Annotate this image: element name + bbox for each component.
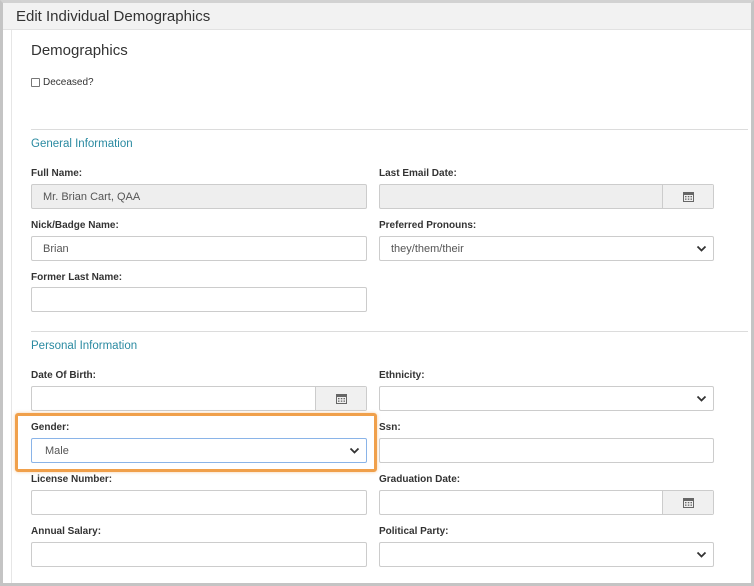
dialog-title: Edit Individual Demographics	[16, 8, 211, 25]
former-last-name-label: Former Last Name:	[31, 272, 123, 283]
preferred-pronouns-select[interactable]: they/them/their	[379, 236, 714, 261]
gender-value: Male	[45, 445, 69, 457]
nick-badge-name-input[interactable]: Brian	[31, 236, 367, 261]
personal-information-title: Personal Information	[31, 340, 138, 352]
nick-badge-name-value: Brian	[43, 243, 69, 255]
graduation-date-input[interactable]	[379, 490, 714, 515]
preferred-pronouns-label: Preferred Pronouns:	[379, 220, 477, 231]
ethnicity-label: Ethnicity:	[379, 370, 425, 381]
last-email-date-field[interactable]	[379, 184, 714, 209]
full-name-label: Full Name:	[31, 168, 83, 179]
chevron-down-icon	[696, 395, 707, 402]
nick-badge-name-label: Nick/Badge Name:	[31, 220, 119, 231]
former-last-name-input[interactable]	[31, 287, 367, 312]
chevron-down-icon	[349, 447, 360, 454]
deceased-checkbox-row[interactable]: Deceased?	[31, 77, 94, 88]
general-information-title: General Information	[31, 138, 133, 150]
ethnicity-select[interactable]	[379, 386, 714, 411]
annual-salary-input[interactable]	[31, 542, 367, 567]
gender-select[interactable]: Male	[31, 438, 367, 463]
full-name-field[interactable]: Mr. Brian Cart, QAA	[31, 184, 367, 209]
ssn-input[interactable]	[379, 438, 714, 463]
deceased-label: Deceased?	[43, 77, 94, 88]
section-divider	[31, 129, 748, 130]
calendar-icon	[335, 394, 347, 404]
dialog-title-bar: Edit Individual Demographics	[3, 3, 751, 30]
license-number-input[interactable]	[31, 490, 367, 515]
graduation-date-calendar-button[interactable]	[662, 491, 713, 514]
calendar-icon	[682, 498, 694, 508]
ssn-label: Ssn:	[379, 422, 401, 433]
last-email-date-label: Last Email Date:	[379, 168, 457, 179]
calendar-icon	[682, 192, 694, 202]
political-party-select[interactable]	[379, 542, 714, 567]
graduation-date-label: Graduation Date:	[379, 474, 461, 485]
gender-label: Gender:	[31, 422, 70, 433]
section-heading: Demographics	[31, 42, 128, 59]
last-email-date-calendar-button[interactable]	[662, 185, 713, 208]
date-of-birth-label: Date Of Birth:	[31, 370, 96, 381]
annual-salary-label: Annual Salary:	[31, 526, 102, 537]
full-name-value: Mr. Brian Cart, QAA	[43, 191, 141, 203]
date-of-birth-calendar-button[interactable]	[315, 387, 366, 410]
deceased-checkbox[interactable]	[31, 78, 40, 87]
preferred-pronouns-value: they/them/their	[391, 243, 464, 255]
license-number-label: License Number:	[31, 474, 113, 485]
chevron-down-icon	[696, 551, 707, 558]
chevron-down-icon	[696, 245, 707, 252]
date-of-birth-input[interactable]	[31, 386, 367, 411]
section-divider	[31, 331, 748, 332]
political-party-label: Political Party:	[379, 526, 449, 537]
